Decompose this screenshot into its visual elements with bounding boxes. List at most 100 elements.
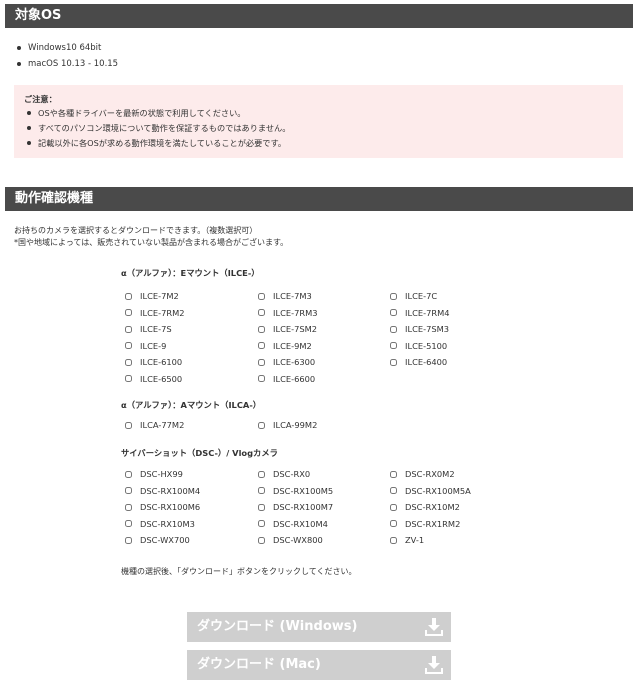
model-checkbox-zv-1[interactable]: ZV-1 [390,534,424,546]
checkbox-input[interactable] [258,325,265,333]
model-checkbox-dsc-rx10m4[interactable]: DSC-RX10M4 [258,518,328,530]
model-checkbox-ilce-7sm2[interactable]: ILCE-7SM2 [258,323,317,335]
model-checkbox-ilce-6600[interactable]: ILCE-6600 [258,373,315,385]
model-checkbox-ilca-99m2[interactable]: ILCA-99M2 [258,419,317,431]
model-label: DSC-RX0 [273,469,311,479]
model-checkbox-dsc-hx99[interactable]: DSC-HX99 [125,468,183,480]
model-label: ILCE-5100 [405,340,448,351]
model-checkbox-dsc-wx800[interactable]: DSC-WX800 [258,534,323,546]
model-label: ILCE-6400 [405,357,448,367]
checkbox-input[interactable] [258,309,265,316]
model-checkbox-ilce-6400[interactable]: ILCE-6400 [390,356,447,368]
group-title-a-mount: α（アルファ）：Aマウント（ILCA-） [121,400,262,410]
download-windows-label: ダウンロード (Windows) [197,619,358,634]
model-checkbox-dsc-rx100m7[interactable]: DSC-RX100M7 [258,501,333,513]
checkbox-input[interactable] [258,487,265,494]
checkbox-input[interactable] [258,342,265,349]
checkbox-input[interactable] [258,421,265,429]
checkbox-input[interactable] [390,342,397,349]
checkbox-input[interactable] [125,309,132,316]
checkbox-input[interactable] [390,309,397,316]
checkbox-input[interactable] [258,520,265,527]
model-label: ILCE-7RM3 [273,307,318,318]
checkbox-input[interactable] [125,536,132,544]
checkbox-input[interactable] [390,520,397,527]
checkbox-input[interactable] [258,503,265,511]
model-checkbox-ilca-77m2[interactable]: ILCA-77M2 [125,419,184,431]
model-label: ILCE-7C [405,291,438,301]
checkbox-input[interactable] [125,342,132,349]
notice-item: すべてのパソコン環境について動作を保証するものではありません。 [24,121,613,136]
checkbox-input[interactable] [125,503,132,511]
checkbox-input[interactable] [390,292,397,300]
model-checkbox-ilce-7sm3[interactable]: ILCE-7SM3 [390,323,449,335]
model-checkbox-ilce-7c[interactable]: ILCE-7C [390,290,437,302]
intro-line: お持ちのカメラを選択するとダウンロードできます。（複数選択可） [14,226,258,235]
model-checkbox-ilce-7rm4[interactable]: ILCE-7RM4 [390,307,450,319]
model-checkbox-dsc-rx1rm2[interactable]: DSC-RX1RM2 [390,518,460,530]
bullet-icon [27,126,31,130]
checkbox-input[interactable] [125,375,132,382]
checkbox-input[interactable] [258,358,265,366]
model-checkbox-ilce-7rm2[interactable]: ILCE-7RM2 [125,307,185,319]
model-checkbox-ilce-9[interactable]: ILCE-9 [125,340,166,352]
model-checkbox-ilce-6500[interactable]: ILCE-6500 [125,373,182,385]
model-checkbox-ilce-6300[interactable]: ILCE-6300 [258,356,315,368]
model-checkbox-dsc-wx700[interactable]: DSC-WX700 [125,534,190,546]
model-checkbox-dsc-rx100m4[interactable]: DSC-RX100M4 [125,485,200,497]
download-icon [425,618,443,636]
checkbox-input[interactable] [390,536,397,544]
group-title-e-mount: α（アルファ）：Eマウント（ILCE-） [121,268,260,278]
model-label: ILCE-6100 [140,357,183,367]
model-label: DSC-RX100M5 [273,485,334,496]
model-checkbox-dsc-rx100m6[interactable]: DSC-RX100M6 [125,501,200,513]
model-checkbox-dsc-rx0m2[interactable]: DSC-RX0M2 [390,468,455,480]
model-label: ILCE-7RM4 [405,307,450,318]
checkbox-input[interactable] [125,470,132,478]
download-windows-button[interactable]: ダウンロード (Windows) [187,612,451,642]
model-checkbox-ilce-7m3[interactable]: ILCE-7M3 [258,290,312,302]
bullet-icon [27,141,31,145]
checkbox-input[interactable] [258,536,265,544]
checkbox-input[interactable] [125,358,132,366]
bullet-icon [27,111,31,115]
model-label: DSC-RX0M2 [405,469,455,479]
model-label: ILCE-7SM3 [405,324,450,334]
intro-note: *国や地域によっては、販売されていない製品が含まれる場合がございます。 [14,238,289,247]
checkbox-input[interactable] [125,325,132,333]
checkbox-input[interactable] [390,487,397,494]
model-checkbox-ilce-7m2[interactable]: ILCE-7M2 [125,290,179,302]
download-mac-button[interactable]: ダウンロード (Mac) [187,650,451,680]
model-label: DSC-HX99 [140,469,183,479]
model-label: ILCE-6500 [140,373,183,384]
checkbox-input[interactable] [390,325,397,333]
checkbox-input[interactable] [258,292,265,300]
checkbox-input[interactable] [258,375,265,382]
model-checkbox-dsc-rx0[interactable]: DSC-RX0 [258,468,310,480]
model-checkbox-dsc-rx100m5a[interactable]: DSC-RX100M5A [390,485,471,497]
checkbox-input[interactable] [390,470,397,478]
os-section-title: 対象OS [5,4,633,28]
model-checkbox-ilce-5100[interactable]: ILCE-5100 [390,340,447,352]
checkbox-input[interactable] [258,470,265,478]
checkbox-input[interactable] [125,487,132,494]
model-checkbox-dsc-rx100m5[interactable]: DSC-RX100M5 [258,485,333,497]
checkbox-input[interactable] [125,292,132,300]
model-label: DSC-RX100M5A [405,485,471,496]
model-checkbox-ilce-6100[interactable]: ILCE-6100 [125,356,182,368]
checkbox-input[interactable] [125,421,132,429]
notice-title: ご注意： [24,94,57,104]
model-checkbox-ilce-7s[interactable]: ILCE-7S [125,323,172,335]
model-checkbox-dsc-rx10m3[interactable]: DSC-RX10M3 [125,518,195,530]
checkbox-input[interactable] [390,358,397,366]
checkbox-input[interactable] [125,520,132,527]
checkbox-input[interactable] [390,503,397,511]
notice-box: ご注意： OSや各種ドライバーを最新の状態で利用してください。 すべてのパソコン… [14,85,623,158]
model-label: ILCE-7M3 [273,291,312,301]
models-section-title: 動作確認機種 [5,187,633,211]
model-label: ILCE-7SM2 [273,324,318,334]
model-label: ILCE-9M2 [273,340,312,351]
model-checkbox-dsc-rx10m2[interactable]: DSC-RX10M2 [390,501,460,513]
model-checkbox-ilce-7rm3[interactable]: ILCE-7RM3 [258,307,318,319]
model-checkbox-ilce-9m2[interactable]: ILCE-9M2 [258,340,312,352]
